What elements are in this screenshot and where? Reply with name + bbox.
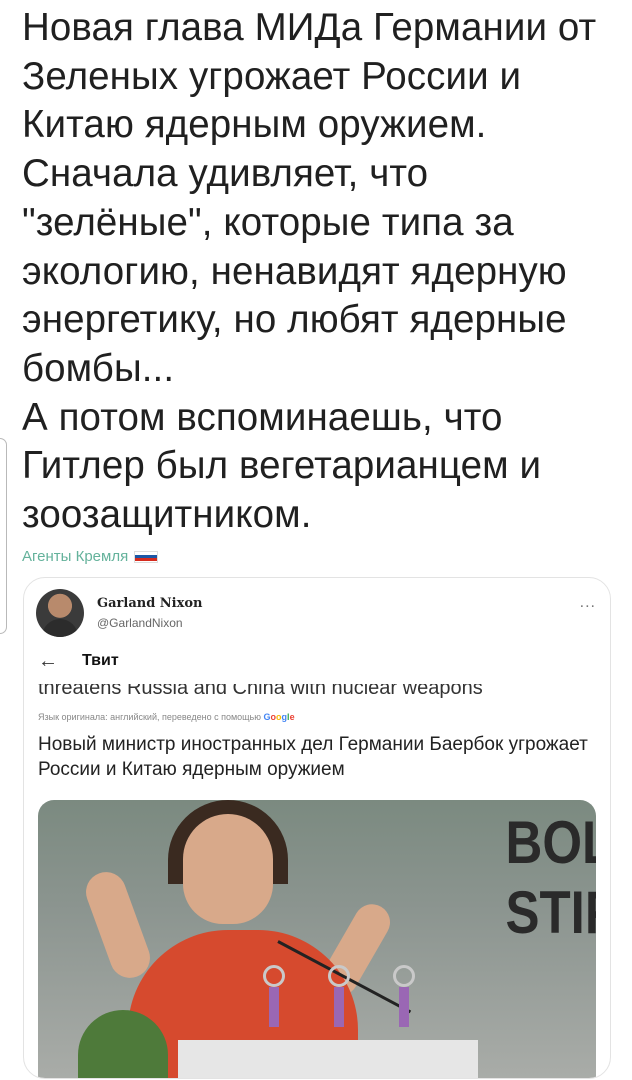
google-logo: Google bbox=[263, 712, 295, 722]
more-icon[interactable]: ... bbox=[580, 594, 596, 612]
trophy bbox=[263, 965, 285, 1045]
nav-title: Твит bbox=[82, 652, 119, 669]
translation-note: Язык оригинала: английский, переведено с… bbox=[38, 712, 295, 722]
trophy bbox=[393, 965, 415, 1045]
photo-backdrop-lettering: BOL STIF bbox=[505, 809, 597, 946]
quote-edge-marker bbox=[0, 438, 7, 634]
cropped-original-text: threatens Russia and China with nuclear … bbox=[38, 684, 568, 700]
podium-table bbox=[178, 1040, 478, 1078]
channel-name: Агенты Кремля bbox=[22, 548, 129, 565]
author-name[interactable]: Garland Nixon bbox=[97, 596, 203, 611]
post-text: Новая глава МИДа Германии от Зеленых угр… bbox=[22, 6, 597, 537]
tweet-photo[interactable]: BOL STIF bbox=[38, 800, 596, 1078]
flag-stripe-red bbox=[135, 558, 158, 562]
embedded-tweet-screenshot: Garland Nixon @GarlandNixon ... ← Твит t… bbox=[23, 577, 611, 1079]
channel-signature[interactable]: Агенты Кремля bbox=[22, 548, 159, 565]
speaker-arm-left bbox=[80, 866, 156, 984]
author-handle[interactable]: @GarlandNixon bbox=[97, 616, 183, 630]
back-arrow-icon[interactable]: ← bbox=[38, 650, 74, 673]
avatar[interactable] bbox=[36, 589, 84, 637]
translated-tweet-text: Новый министр иностранных дел Германии Б… bbox=[38, 734, 588, 780]
tweet-nav-bar: ← Твит bbox=[38, 650, 119, 672]
russia-flag-icon bbox=[134, 550, 159, 563]
cropped-original-text-content: threatens Russia and China with nuclear … bbox=[38, 684, 483, 699]
translation-note-text: Язык оригинала: английский, переведено с… bbox=[38, 712, 262, 722]
tweet-header: Garland Nixon @GarlandNixon ... bbox=[36, 588, 596, 642]
trophy bbox=[328, 965, 350, 1045]
speaker-head bbox=[183, 814, 273, 924]
